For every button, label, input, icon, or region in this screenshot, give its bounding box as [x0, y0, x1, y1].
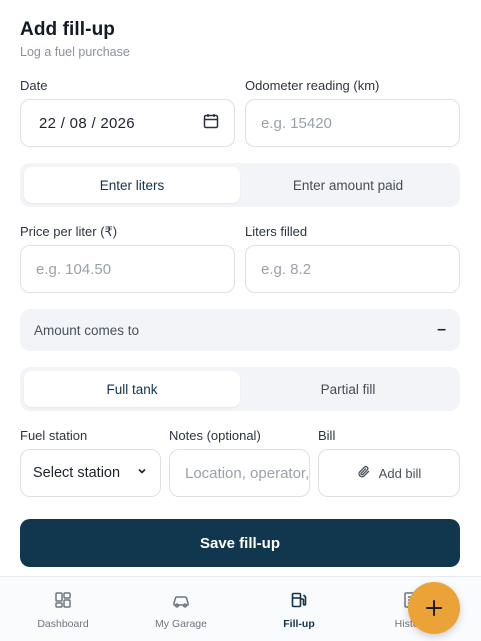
station-select[interactable]: Select station [20, 449, 161, 497]
odometer-label: Odometer reading (km) [245, 78, 380, 93]
entry-mode-toggle: Enter liters Enter amount paid [20, 163, 460, 207]
station-label: Fuel station [20, 428, 88, 443]
liters-placeholder: e.g. 8.2 [261, 260, 312, 278]
amount-value: – [437, 321, 446, 338]
liters-label: Liters filled [245, 224, 308, 239]
amount-summary: Amount comes to – [20, 309, 460, 351]
nav-item-dashboard[interactable]: Dashboard [3, 577, 123, 641]
fuel-pump-icon [289, 590, 309, 613]
price-placeholder: e.g. 104.50 [36, 260, 112, 278]
tab-enter-liters[interactable]: Enter liters [24, 167, 240, 203]
add-fillup-screen: Add fill-up Log a fuel purchase Date 22 … [0, 0, 481, 641]
station-value: Select station [33, 465, 121, 481]
chevron-down-icon [136, 465, 148, 481]
paperclip-icon [357, 465, 371, 482]
fill-type-toggle: Full tank Partial fill [20, 367, 460, 411]
liters-input[interactable]: e.g. 8.2 [245, 245, 460, 293]
page-subtitle: Log a fuel purchase [20, 45, 130, 59]
notes-label: Notes (optional) [169, 428, 261, 443]
calendar-icon[interactable] [203, 113, 219, 133]
notes-input[interactable]: Location, operator, etc. [169, 449, 310, 497]
amount-label: Amount comes to [34, 322, 140, 338]
nav-label-dashboard: Dashboard [37, 617, 89, 630]
nav-label-fill-up: Fill-up [283, 617, 315, 630]
tab-enter-amount[interactable]: Enter amount paid [240, 167, 456, 203]
nav-label-my-garage: My Garage [155, 617, 207, 630]
plus-icon [425, 592, 443, 624]
save-fillup-button[interactable]: Save fill-up [20, 519, 460, 567]
tab-full-tank[interactable]: Full tank [24, 371, 240, 407]
odometer-input[interactable]: e.g. 15420 [245, 99, 460, 147]
odometer-placeholder: e.g. 15420 [261, 114, 332, 132]
car-icon [171, 590, 191, 613]
dashboard-icon [53, 590, 73, 613]
add-bill-label: Add bill [378, 465, 422, 481]
bill-label: Bill [318, 428, 336, 443]
nav-item-fill-up[interactable]: Fill-up [239, 577, 359, 641]
page-title: Add fill-up [20, 19, 116, 40]
date-value: 22 / 08 / 2026 [39, 114, 135, 132]
date-label: Date [20, 78, 48, 93]
add-fab-button[interactable] [408, 582, 460, 634]
add-bill-button[interactable]: Add bill [318, 449, 460, 497]
price-input[interactable]: e.g. 104.50 [20, 245, 235, 293]
date-input[interactable]: 22 / 08 / 2026 [20, 99, 235, 147]
notes-placeholder: Location, operator, etc. [185, 464, 310, 482]
price-label: Price per liter (₹) [20, 224, 118, 239]
tab-partial-fill[interactable]: Partial fill [240, 371, 456, 407]
nav-item-my-garage[interactable]: My Garage [121, 577, 241, 641]
